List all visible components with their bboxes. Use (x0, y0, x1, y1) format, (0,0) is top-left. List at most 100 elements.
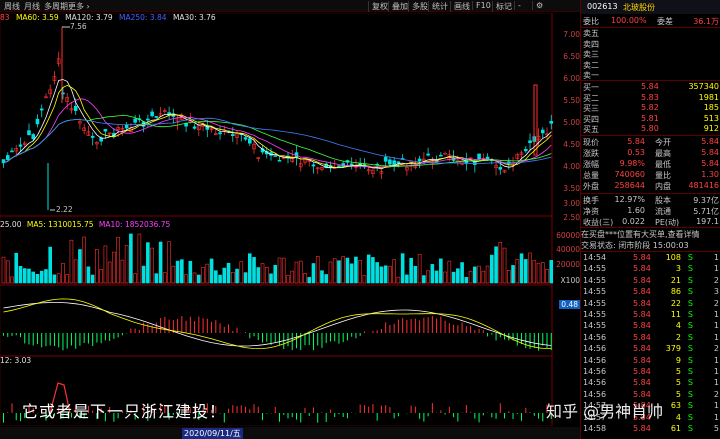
draw-line-button[interactable]: 画线 (450, 1, 470, 12)
trade-row: 14:55 5.84 3 S 1 (583, 264, 719, 274)
volume-bar (264, 266, 269, 284)
volume-bar (56, 273, 61, 284)
volume-bar (383, 265, 388, 284)
candle-body (277, 159, 282, 162)
high-price-annotation: 7.56 (70, 22, 87, 31)
stock-name: 北玻股份 (623, 3, 655, 12)
volume-bar (141, 265, 146, 284)
volume-bar (5, 260, 10, 284)
trade-row: 14:56 5.84 379 S 2 (583, 344, 719, 354)
candle-body (5, 155, 10, 160)
mark-button[interactable]: 标记 (492, 1, 512, 12)
volume-bar (506, 270, 511, 284)
date-axis-bar: 2020/09/11/五 (0, 427, 580, 439)
candle-body (27, 130, 31, 136)
bid-label: 买三 (583, 104, 599, 113)
candle-body (31, 134, 36, 140)
order-ratio-row: 委比 100.00% 委差 36.1万 (583, 16, 719, 26)
tab-monthly[interactable]: 月线 (24, 1, 40, 12)
vol-value: 25.00 (0, 220, 22, 229)
bid-volume: 1981 (698, 92, 719, 102)
candle-body (388, 159, 392, 165)
candle-body (90, 135, 95, 138)
minimize-button[interactable]: - (514, 1, 521, 10)
fundamental-row: 收益(三) 0.022 PE(动) 197.1 (583, 217, 719, 227)
candle-body (243, 137, 248, 140)
candle-body (18, 144, 23, 147)
volume-bar (167, 241, 171, 284)
f10-button[interactable]: F10 (472, 1, 491, 10)
volume-bar (315, 256, 320, 284)
ask-label: 卖二 (583, 60, 599, 70)
tab-multi-period[interactable]: 多周期 (44, 1, 68, 12)
volume-bar (490, 254, 494, 284)
ask-label: 卖五 (583, 29, 599, 38)
volume-bar (392, 259, 396, 284)
candle-body (417, 158, 422, 162)
settings-icon[interactable]: ⚙ (532, 1, 543, 10)
trade-row: 14:56 5.84 5 S 1 (583, 367, 719, 376)
volume-bar (73, 259, 78, 284)
volume-bar (103, 245, 108, 284)
multi-stock-button[interactable]: 多股 (408, 1, 428, 12)
trade-row: 14:55 5.84 22 S 2 (583, 298, 719, 308)
trade-row: 14:55 5.84 86 S 3 (583, 287, 719, 297)
bid-volume: 185 (703, 103, 719, 112)
volume-bar (112, 251, 116, 284)
volume-bar (290, 270, 295, 284)
bid-row: 买五 5.80 912 (581, 124, 720, 134)
volume-bar (434, 270, 439, 284)
zhihu-watermark: 知乎 @男神肖帅 (546, 402, 664, 421)
candle-body (73, 106, 78, 111)
volume-bar (540, 262, 545, 284)
volume-bar (175, 260, 180, 284)
big-order-notice[interactable]: 在买盘***位置有大买单,查看详情 (581, 229, 720, 239)
bid-volume: 513 (703, 113, 719, 123)
volume-bar (116, 236, 120, 284)
trade-row: 14:56 5.84 9 S 1 (583, 355, 719, 365)
volume-bar (201, 266, 205, 284)
ask-label: 卖四 (583, 39, 599, 49)
volume-bar (494, 246, 498, 284)
volume-bar (129, 233, 133, 284)
volume-bar (468, 270, 473, 284)
volume-bar (481, 270, 486, 284)
tab-more[interactable]: 更多 › (68, 1, 90, 12)
candle-body (10, 150, 14, 153)
volume-bar (226, 262, 231, 284)
tab-weekly[interactable]: 周线 (4, 1, 20, 12)
bid-row: 买一 5.84 357340 (581, 82, 720, 92)
volume-bar (528, 252, 532, 284)
vol-axis-unit: X100 (560, 276, 580, 285)
price-axis: 7.00 6.50 6.00 5.50 5.00 4.50 4.00 3.50 … (553, 13, 580, 426)
statistics-button[interactable]: 统计 (428, 1, 448, 12)
volume-bar (61, 262, 65, 284)
volume-bar (337, 260, 341, 284)
bid-row: 买三 5.82 185 (581, 103, 720, 113)
volume-bar (48, 246, 53, 284)
volume-bar (78, 249, 82, 284)
vol-axis-tick: 20000 (556, 260, 580, 269)
trade-row: 14:55 5.84 21 S 2 (583, 275, 719, 285)
quote-row: 涨跌 0.53 最高 5.84 (583, 148, 719, 158)
volume-bar (137, 233, 142, 284)
overlay-button[interactable]: 叠加 (388, 1, 408, 12)
volume-bar (99, 268, 103, 284)
vol-ma10: MA10: 1852036.75 (98, 220, 171, 229)
candle-body (273, 155, 278, 157)
bid-price: 5.84 (641, 82, 659, 91)
volume-bar (409, 257, 413, 284)
volume-bar (371, 257, 375, 284)
volume-bar (439, 258, 443, 284)
volume-bar (443, 271, 447, 284)
ask-row: 卖一 (581, 70, 720, 80)
volume-bar (273, 264, 278, 284)
volume-bar (35, 273, 40, 284)
candle-body (439, 154, 443, 157)
adjust-button[interactable]: 复权 (368, 1, 388, 12)
volume-bar (536, 262, 541, 284)
volume-bar (205, 263, 210, 284)
ask-row: 卖三 (581, 49, 720, 59)
volume-bar (485, 265, 490, 284)
volume-bar (396, 276, 401, 284)
